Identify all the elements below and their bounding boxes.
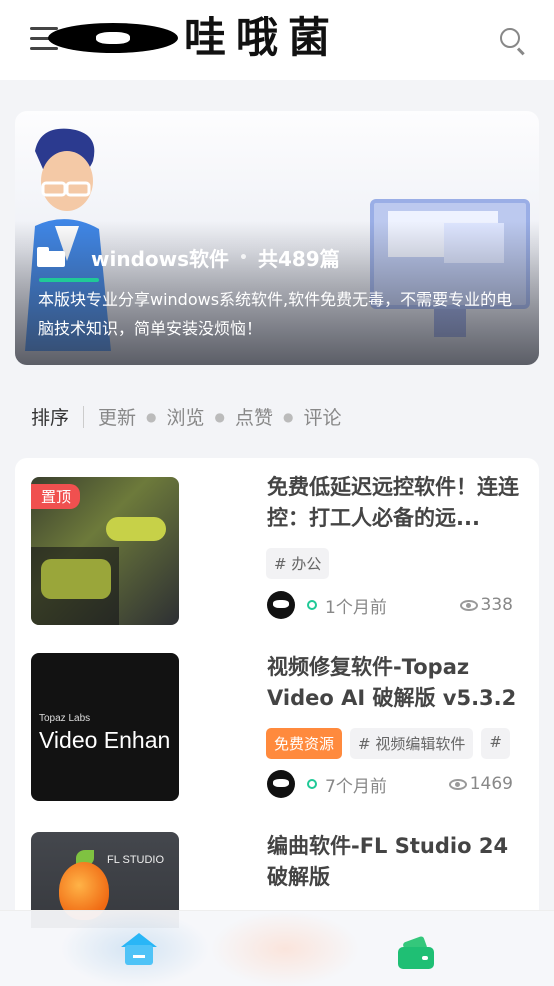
tag-chip[interactable]: # 办公 — [266, 548, 330, 579]
top-bar: 哇哦菌 — [0, 0, 554, 80]
sort-divider — [83, 405, 85, 428]
sort-dot: ● — [283, 409, 294, 424]
post-meta: 1个月前 338 — [267, 591, 513, 619]
category-banner: windows软件 • 共489篇 本版块专业分享windows系统软件,软件免… — [15, 111, 539, 365]
wallet-icon[interactable] — [398, 935, 434, 969]
logo-text: 哇哦菌 — [184, 13, 341, 62]
tag-chip[interactable]: # 视频编辑软件 — [350, 728, 474, 759]
site-logo[interactable]: 哇哦菌 — [48, 14, 340, 62]
clock-icon — [307, 779, 317, 789]
category-accent-bar — [39, 278, 99, 282]
clock-icon — [307, 600, 317, 610]
view-count-value: 338 — [480, 595, 513, 615]
sort-option-comments[interactable]: 评论 — [304, 403, 342, 430]
folder-icon — [37, 246, 67, 269]
tag-chip[interactable]: # — [481, 728, 510, 759]
logo-mark — [48, 23, 178, 53]
thumbnail-headline: Video Enhan — [39, 727, 171, 753]
category-name: windows软件 — [91, 247, 230, 271]
bottom-nav — [0, 910, 554, 986]
author-avatar[interactable] — [267, 591, 295, 619]
post-title[interactable]: 免费低延迟远控软件！连连控：打工人必备的远... — [267, 472, 529, 534]
post-thumbnail[interactable]: 置顶 — [31, 477, 179, 625]
post-count: 共489篇 — [257, 247, 340, 271]
author-avatar[interactable] — [267, 770, 295, 798]
separator-dot: • — [239, 249, 248, 266]
view-count: 338 — [459, 595, 513, 615]
sort-option-update[interactable]: 更新 — [98, 403, 136, 430]
home-icon[interactable] — [121, 933, 157, 967]
category-title-row: windows软件 • 共489篇 — [37, 243, 340, 272]
post-title[interactable]: 编曲软件-FL Studio 24破解版 — [267, 831, 529, 893]
eye-icon — [459, 599, 478, 611]
post-list: 置顶 免费低延迟远控软件！连连控：打工人必备的远... # 办公 1个月前 33… — [15, 458, 539, 928]
post-tags: # 办公 — [266, 548, 337, 579]
search-icon[interactable] — [500, 28, 520, 48]
sort-dot: ● — [146, 409, 157, 424]
post-tags: 免费资源 # 视频编辑软件 # — [266, 728, 518, 759]
post-time: 1个月前 — [325, 597, 387, 618]
sort-label: 排序 — [31, 407, 70, 429]
sort-bar: 排序 更新 ● 浏览 ● 点赞 ● 评论 — [31, 403, 342, 430]
thumbnail-brand: Topaz Labs — [39, 713, 91, 724]
view-count-value: 1469 — [469, 774, 513, 794]
eye-icon — [448, 778, 467, 790]
sort-dot: ● — [214, 409, 226, 424]
pinned-badge: 置顶 — [31, 484, 81, 509]
post-time: 7个月前 — [325, 776, 387, 797]
post-title[interactable]: 视频修复软件-Topaz Video AI 破解版 v5.3.2 — [267, 652, 529, 714]
thumbnail-brand: FL STUDIO — [107, 854, 165, 866]
free-resource-tag[interactable]: 免费资源 — [266, 728, 343, 759]
category-description: 本版块专业分享windows系统软件,软件免费无毒，不需要专业的电脑技术知识，简… — [38, 290, 513, 338]
post-meta: 7个月前 1469 — [267, 770, 513, 798]
sort-option-likes[interactable]: 点赞 — [235, 403, 273, 430]
sort-option-views[interactable]: 浏览 — [167, 403, 205, 430]
post-thumbnail[interactable]: Topaz Labs Video Enhan — [31, 653, 179, 801]
view-count: 1469 — [448, 774, 513, 794]
